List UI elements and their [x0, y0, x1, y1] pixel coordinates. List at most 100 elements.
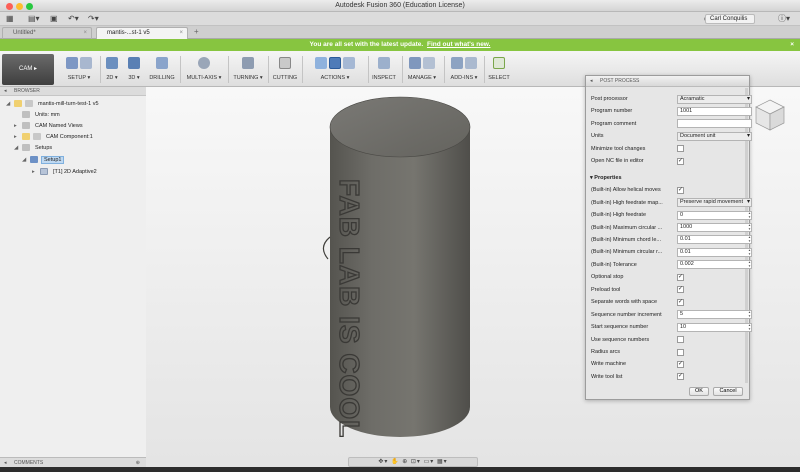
tree-item-setups[interactable]: ◢ Setups — [14, 143, 54, 153]
property-dropdown[interactable]: Preserve rapid movement — [677, 198, 752, 208]
close-notification-icon[interactable]: × — [790, 39, 794, 51]
property-checkbox[interactable]: ✓ — [677, 273, 684, 281]
inspect-group[interactable]: INSPECT — [370, 54, 398, 85]
expand-arrow-icon[interactable]: ◢ — [14, 143, 22, 153]
save-icon[interactable]: ▣ — [50, 14, 58, 23]
stepper-arrows-icon[interactable]: ▴ ▾ — [747, 224, 751, 231]
property-row: (Built-in) Tolerance 0.002 ▴ ▾ — [591, 260, 752, 270]
property-input[interactable]: 0.01 ▴ ▾ — [677, 247, 752, 257]
expand-arrow-icon[interactable]: ◢ — [6, 99, 14, 109]
user-account-button[interactable]: Carl Conquilis — [705, 14, 755, 24]
multi-axis-label: MULTI-AXIS ▾ — [186, 75, 222, 81]
whats-new-link[interactable]: Find out what's new. — [427, 41, 490, 48]
property-input[interactable]: 5 ▴ ▾ — [677, 310, 752, 320]
property-checkbox[interactable]: ✓ — [677, 186, 684, 194]
expand-arrow-icon[interactable]: ▸ — [14, 121, 22, 131]
view-cube[interactable] — [752, 97, 788, 135]
property-label: Preload tool — [591, 286, 621, 293]
collapse-icon[interactable]: ◂ — [590, 76, 593, 87]
tree-item-document[interactable]: ◢ mantis-mill-turn-test-1 v5 — [6, 99, 101, 109]
lightbulb-icon[interactable] — [14, 100, 22, 108]
stepper-arrows-icon[interactable]: ▴ ▾ — [747, 261, 751, 268]
tree-label: CAM Named Views — [35, 123, 83, 129]
property-input[interactable]: 10 ▴ ▾ — [677, 322, 752, 332]
folder-icon — [22, 144, 30, 152]
cylinder-top-face[interactable] — [329, 96, 471, 158]
orbit-icon[interactable]: ✥▾ — [378, 459, 388, 465]
properties-section-header[interactable]: ▾ Properties — [590, 173, 746, 183]
close-tab-icon[interactable]: × — [83, 28, 87, 39]
pan-icon[interactable]: ✋ — [391, 459, 399, 465]
actions-group[interactable]: ACTIONS ▾ — [304, 54, 366, 85]
new-tab-icon[interactable]: + — [194, 27, 199, 36]
workspace-switcher[interactable]: CAM ▸ — [2, 54, 54, 85]
tree-item-named-views[interactable]: ▸ CAM Named Views — [14, 121, 85, 131]
property-input[interactable]: 1001 — [677, 106, 752, 116]
property-input[interactable]: 0.002 ▴ ▾ — [677, 260, 752, 270]
property-input[interactable] — [677, 119, 752, 129]
ok-button[interactable]: OK — [689, 387, 709, 396]
expand-arrow-icon[interactable]: ▸ — [32, 167, 40, 177]
lightbulb-icon[interactable] — [22, 133, 30, 141]
collapse-icon[interactable]: ◂ — [4, 87, 7, 96]
property-checkbox[interactable] — [677, 336, 684, 344]
undo-icon[interactable]: ↶▾ — [68, 14, 79, 23]
expand-arrow-icon[interactable]: ▸ — [14, 132, 22, 142]
property-checkbox[interactable] — [677, 348, 684, 356]
cancel-button[interactable]: Cancel — [713, 387, 743, 396]
property-checkbox[interactable]: ✓ — [677, 286, 684, 294]
stepper-arrows-icon[interactable]: ▴ ▾ — [747, 249, 751, 256]
expand-arrow-icon[interactable]: ◢ — [22, 155, 30, 165]
title-bar: Autodesk Fusion 360 (Education License) — [0, 0, 800, 12]
manage-group[interactable]: MANAGE ▾ — [404, 54, 440, 85]
3d-group[interactable]: 3D ▾ — [124, 54, 144, 85]
dialog-header[interactable]: ◂ POST PROCESS — [586, 76, 749, 87]
property-row: Write machine ✓ — [591, 359, 747, 369]
comments-panel[interactable]: ◂ COMMENTS ⊕ — [0, 457, 146, 467]
tree-item-operation[interactable]: ▸ [T1] 2D Adaptive2 — [32, 167, 99, 177]
property-row: Program comment — [591, 119, 752, 129]
stepper-arrows-icon[interactable]: ▴ ▾ — [747, 311, 751, 318]
browser-header[interactable]: ◂ BROWSER — [0, 87, 146, 96]
grid-icon[interactable]: ▦▾ — [437, 459, 448, 465]
close-tab-icon[interactable]: × — [179, 28, 183, 39]
drilling-group[interactable]: DRILLING — [148, 54, 176, 85]
stepper-arrows-icon[interactable]: ▴ ▾ — [747, 212, 751, 219]
property-dropdown[interactable]: Acramatic — [677, 94, 752, 104]
2d-group[interactable]: 2D ▾ — [102, 54, 122, 85]
stepper-arrows-icon[interactable]: ▴ ▾ — [747, 236, 751, 243]
multi-axis-group[interactable]: MULTI-AXIS ▾ — [184, 54, 224, 85]
select-group[interactable]: SELECT — [486, 54, 512, 85]
tab-untitled[interactable]: Untitled* × — [2, 27, 92, 39]
cutting-group[interactable]: CUTTING — [270, 54, 300, 85]
redo-icon[interactable]: ↷▾ — [88, 14, 99, 23]
property-row: Use sequence numbers — [591, 335, 747, 345]
fit-icon[interactable]: ⊡▾ — [411, 459, 421, 465]
setup-group[interactable]: SETUP ▾ — [60, 54, 98, 85]
property-input[interactable]: 0.01 ▴ ▾ — [677, 235, 752, 245]
file-menu-icon[interactable]: ▤▾ — [28, 14, 40, 23]
tree-item-setup1[interactable]: ◢ Setup1 — [22, 155, 65, 165]
property-checkbox[interactable] — [677, 145, 684, 153]
zoom-icon[interactable]: ⊕ — [402, 459, 408, 465]
property-label: (Built-in) Maximum circular ... — [591, 224, 663, 231]
property-input[interactable]: 1000 ▴ ▾ — [677, 223, 752, 232]
comments-label: COMMENTS — [14, 460, 44, 466]
add-ins-group[interactable]: ADD-INS ▾ — [446, 54, 482, 85]
property-checkbox[interactable]: ✓ — [677, 360, 684, 368]
tree-item-component[interactable]: ▸ CAM Component:1 — [14, 132, 95, 142]
stepper-arrows-icon[interactable]: ▴ ▾ — [747, 324, 751, 331]
cutting-icon — [270, 54, 300, 72]
display-settings-icon[interactable]: ▭▾ — [424, 459, 435, 465]
tree-item-units[interactable]: Units: mm — [14, 110, 62, 120]
property-checkbox[interactable]: ✓ — [677, 157, 684, 165]
property-checkbox[interactable]: ✓ — [677, 298, 684, 306]
property-dropdown[interactable]: Document unit — [677, 131, 752, 141]
property-input[interactable]: 0 ▴ ▾ — [677, 210, 752, 220]
property-label: Use sequence numbers — [591, 336, 650, 343]
question-icon[interactable]: ⓘ▾ — [778, 14, 790, 23]
tab-mantis[interactable]: mantis-...st-1 v5 × — [96, 27, 188, 39]
data-panel-grid-icon[interactable]: ▦ — [6, 14, 14, 23]
property-checkbox[interactable]: ✓ — [677, 373, 684, 381]
turning-group[interactable]: TURNING ▾ — [230, 54, 266, 85]
